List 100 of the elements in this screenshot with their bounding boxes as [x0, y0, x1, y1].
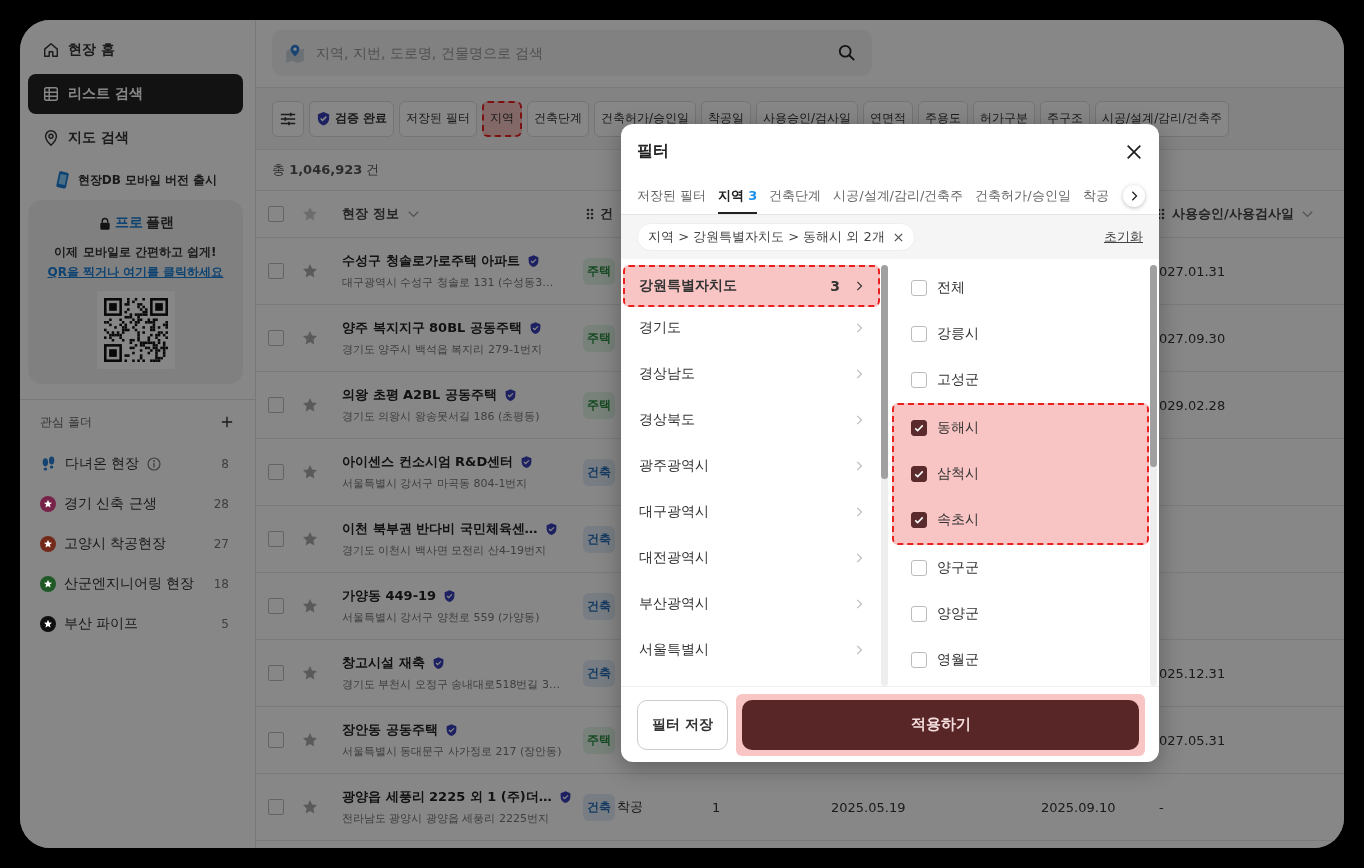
- option-label[interactable]: 고성군: [937, 371, 979, 389]
- nav-item[interactable]: 현장 홈: [28, 30, 243, 70]
- reset-link[interactable]: 초기화: [1104, 228, 1143, 246]
- filter-tab[interactable]: 건축허가/승인일: [975, 179, 1071, 214]
- lock-icon: [97, 215, 112, 231]
- region-item[interactable]: 대구광역시: [623, 491, 880, 533]
- checkbox[interactable]: [911, 420, 927, 436]
- filter-chip[interactable]: 지역: [482, 100, 522, 137]
- row-checkbox[interactable]: [268, 531, 284, 547]
- scrollbar[interactable]: [881, 265, 888, 686]
- check-icon: [913, 468, 925, 480]
- option-label[interactable]: 양구군: [937, 559, 979, 577]
- site-title[interactable]: 아이센스 컨소시엄 R&D센터: [342, 453, 514, 471]
- row-checkbox[interactable]: [268, 598, 284, 614]
- star-icon[interactable]: [302, 464, 318, 480]
- filter-tab[interactable]: 착공: [1082, 179, 1109, 214]
- filter-chip[interactable]: 저장된 필터: [399, 100, 477, 137]
- checkbox[interactable]: [911, 466, 927, 482]
- filter-chip[interactable]: 건축단계: [527, 100, 589, 137]
- site-address: 경기도 부천시 오정구 송내대로518번길 3…: [342, 677, 561, 692]
- checkbox[interactable]: [911, 280, 927, 296]
- region-item[interactable]: 강원특별자치도 3: [623, 265, 880, 307]
- nav-item[interactable]: 리스트 검색: [28, 74, 243, 114]
- type-tag: 주택: [583, 257, 615, 285]
- column-header[interactable]: 사용승인/사용검사일: [1172, 205, 1294, 223]
- option-label[interactable]: 양양군: [937, 605, 979, 623]
- row-checkbox[interactable]: [268, 464, 284, 480]
- breadcrumb-chip[interactable]: 지역 > 강원특별자치도 > 동해시 외 2개: [637, 223, 915, 251]
- filter-settings-button[interactable]: [272, 100, 304, 137]
- region-item[interactable]: 서울특별시: [623, 629, 880, 671]
- column-header[interactable]: 현장 정보: [342, 205, 399, 223]
- region-item[interactable]: 경상남도: [623, 353, 880, 395]
- row-checkbox[interactable]: [268, 665, 284, 681]
- plan-name: 프로: [114, 214, 143, 232]
- option-label[interactable]: 영월군: [937, 651, 979, 669]
- site-title[interactable]: 양주 복지지구 80BL 공동주택: [342, 319, 522, 337]
- row-checkbox[interactable]: [268, 799, 284, 815]
- star-icon[interactable]: [302, 397, 318, 413]
- row-checkbox[interactable]: [268, 732, 284, 748]
- verified-filter-chip[interactable]: 검증 완료: [309, 100, 395, 137]
- nav-item[interactable]: 지도 검색: [28, 118, 243, 158]
- site-title[interactable]: 의왕 초평 A2BL 공동주택: [342, 386, 497, 404]
- table-cell-text: 착공: [617, 798, 644, 816]
- filter-tab[interactable]: 건축단계: [769, 179, 822, 214]
- star-icon[interactable]: [302, 665, 318, 681]
- folder-item[interactable]: 다녀온 현장 8: [28, 444, 243, 484]
- option-label[interactable]: 삼척시: [937, 465, 979, 483]
- folder-item[interactable]: 고양시 착공현장 27: [28, 524, 243, 564]
- chevron-right-icon: [854, 368, 864, 380]
- star-icon[interactable]: [302, 799, 318, 815]
- select-all-checkbox[interactable]: [268, 206, 284, 222]
- star-icon[interactable]: [302, 206, 318, 222]
- folder-item[interactable]: 산군엔지니어링 현장 18: [28, 564, 243, 604]
- star-icon[interactable]: [302, 330, 318, 346]
- promo-text: 이제 모바일로 간편하고 쉽게!: [54, 244, 217, 261]
- checkbox[interactable]: [911, 652, 927, 668]
- star-icon[interactable]: [302, 531, 318, 547]
- close-button[interactable]: [1125, 142, 1143, 161]
- star-icon[interactable]: [302, 598, 318, 614]
- table-cell-text: 025.12.31: [1158, 665, 1227, 681]
- filter-tab[interactable]: 시공/설계/감리/건축주: [833, 179, 964, 214]
- row-checkbox[interactable]: [268, 263, 284, 279]
- region-item[interactable]: 광주광역시: [623, 445, 880, 487]
- search-icon[interactable]: [838, 44, 856, 62]
- checkbox[interactable]: [911, 560, 927, 576]
- filter-tab[interactable]: 저장된 필터: [637, 179, 707, 214]
- option-label[interactable]: 동해시: [937, 419, 979, 437]
- table-cell-text: 027.09.30: [1158, 330, 1227, 346]
- region-item[interactable]: 경상북도: [623, 399, 880, 441]
- notice-link[interactable]: 현장DB 모바일 버전 출시: [77, 171, 218, 189]
- checkbox[interactable]: [911, 512, 927, 528]
- checkbox[interactable]: [911, 326, 927, 342]
- region-item[interactable]: 대전광역시: [623, 537, 880, 579]
- site-title[interactable]: 수성구 청솔로가로주택 아파트: [342, 252, 521, 270]
- star-icon[interactable]: [302, 263, 318, 279]
- folder-item[interactable]: 경기 신축 근생 28: [28, 484, 243, 524]
- site-title[interactable]: 창고시설 재축: [342, 654, 425, 672]
- row-checkbox[interactable]: [268, 330, 284, 346]
- chevron-right-icon: [854, 280, 864, 292]
- column-header[interactable]: 건: [600, 205, 613, 223]
- option-label[interactable]: 속초시: [937, 511, 979, 529]
- site-title[interactable]: 광양읍 세풍리 2225 외 1 (주)더…: [342, 788, 552, 806]
- plus-icon[interactable]: [221, 416, 233, 428]
- site-title[interactable]: 장안동 공동주택: [342, 721, 438, 739]
- save-filter-button[interactable]: 필터 저장: [637, 699, 728, 750]
- site-title[interactable]: 이천 북부권 반다비 국민체육센…: [342, 520, 538, 538]
- checkbox[interactable]: [911, 372, 927, 388]
- star-icon[interactable]: [302, 732, 318, 748]
- option-label[interactable]: 전체: [937, 279, 965, 297]
- next-tabs-button[interactable]: [1123, 185, 1145, 207]
- site-title[interactable]: 가양동 449-19: [342, 587, 437, 605]
- folder-item[interactable]: 부산 파이프 5: [28, 604, 243, 644]
- scrollbar[interactable]: [1150, 265, 1157, 686]
- region-item[interactable]: 경기도: [623, 307, 880, 349]
- option-label[interactable]: 강릉시: [937, 325, 979, 343]
- row-checkbox[interactable]: [268, 397, 284, 413]
- checkbox[interactable]: [911, 606, 927, 622]
- apply-button[interactable]: 적용하기: [742, 699, 1139, 750]
- region-item[interactable]: 부산광역시: [623, 583, 880, 625]
- home-icon: [42, 41, 60, 59]
